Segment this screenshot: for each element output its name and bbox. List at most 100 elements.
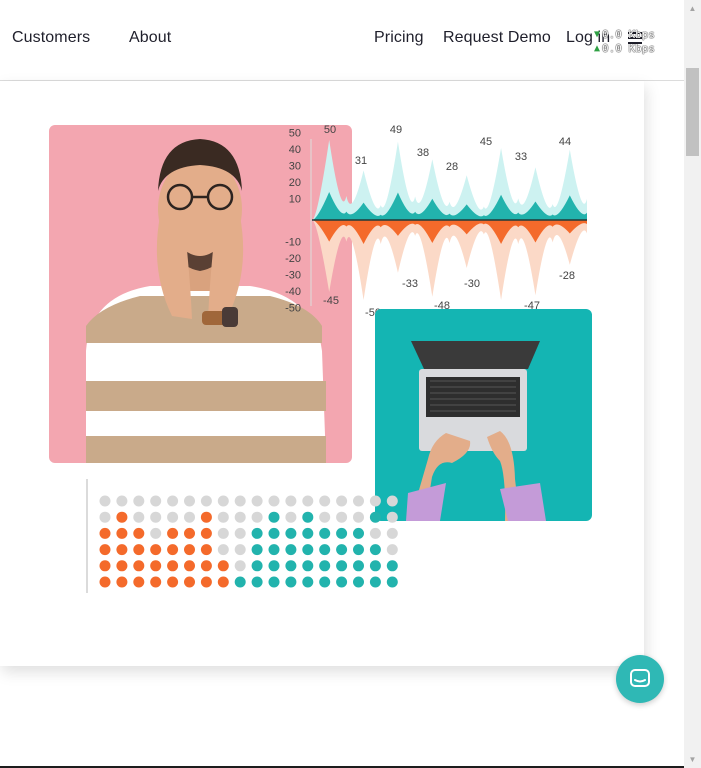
- wave-y-label: 50: [289, 128, 301, 140]
- wave-y-label: 20: [289, 177, 301, 189]
- wave-trough-label: -45: [323, 295, 339, 307]
- dot-grid-dot: [369, 495, 381, 507]
- scroll-up-arrow-icon[interactable]: ▲: [684, 0, 701, 17]
- wave-trough-label: -33: [402, 278, 418, 290]
- dot-grid-dot: [200, 527, 212, 539]
- dot-grid-dot: [319, 544, 331, 556]
- upload-speed: 0.0 Kbps: [602, 42, 656, 55]
- dot-grid-dot: [167, 511, 179, 523]
- dot-grid-dot: [285, 511, 297, 523]
- top-navigation: Customers About Pricing Request Demo Log…: [0, 0, 684, 81]
- wave-peak-label: 38: [417, 147, 429, 159]
- wave-peak-label: 49: [390, 124, 402, 136]
- chat-launcher-button[interactable]: [616, 655, 664, 703]
- dot-grid-dot: [200, 576, 212, 588]
- dot-grid-dot: [251, 576, 263, 588]
- dot-grid-dot: [217, 511, 229, 523]
- upload-arrow-icon: ▲: [594, 43, 601, 54]
- dot-grid-dot: [268, 544, 280, 556]
- wave-peak-label: 33: [515, 151, 527, 163]
- dot-grid-dot: [369, 560, 381, 572]
- dot-grid-dot: [217, 544, 229, 556]
- dot-grid-dot: [251, 560, 263, 572]
- dot-grid-dot: [268, 576, 280, 588]
- dot-grid-dot: [285, 495, 297, 507]
- dot-grid-dot: [150, 560, 162, 572]
- dot-grid-dot: [234, 511, 246, 523]
- wave-y-label: -30: [285, 270, 301, 282]
- dot-grid-dot: [302, 560, 314, 572]
- dot-grid-dot: [353, 527, 364, 539]
- wave-peak-labels: 50 31 49 38 28 45 33 44: [324, 124, 571, 173]
- dot-grid-dot: [167, 495, 179, 507]
- wave-light-top: [312, 140, 587, 220]
- scroll-thumb[interactable]: [686, 68, 699, 156]
- nav-pricing-link[interactable]: Pricing: [374, 29, 424, 47]
- dot-grid-dot: [184, 544, 195, 556]
- dot-grid-dot: [200, 560, 212, 572]
- nav-request-demo-link[interactable]: Request Demo: [443, 29, 551, 47]
- dot-grid-dot: [386, 511, 398, 523]
- wave-peak-label: 31: [355, 155, 367, 167]
- dot-grid-dot: [133, 560, 145, 572]
- dot-grid-dot: [116, 527, 128, 539]
- dot-grid-dot: [319, 576, 331, 588]
- wave-y-label: 10: [289, 194, 301, 206]
- dot-grid-dot: [251, 527, 263, 539]
- download-speed: 0.0 Kbps: [602, 28, 656, 41]
- dot-grid-dot: [336, 511, 348, 523]
- dot-grid-dot: [353, 560, 364, 572]
- dot-grid-dot: [386, 495, 398, 507]
- dot-grid-dot: [150, 544, 162, 556]
- dot-grid-dot: [133, 527, 145, 539]
- dot-grid-dot: [353, 495, 364, 507]
- dot-grid-dot: [200, 544, 212, 556]
- dot-grid-dot: [217, 560, 229, 572]
- hero-illustration: 50 40 30 20 10 -10 -20 -30 -40 -50 50 31 49 38 28 45 33…: [49, 124, 592, 593]
- nav-about-link[interactable]: About: [129, 29, 171, 47]
- dot-grid-dot: [133, 495, 145, 507]
- dot-grid-dot: [99, 576, 111, 588]
- wave-peak-label: 44: [559, 136, 571, 148]
- dot-grid-dot: [302, 544, 314, 556]
- dot-grid-dot: [369, 576, 381, 588]
- dot-grid-dot: [133, 544, 145, 556]
- dot-grid-dot: [234, 495, 246, 507]
- scroll-down-arrow-icon[interactable]: ▼: [684, 751, 701, 768]
- dot-grid-dot: [251, 544, 263, 556]
- dot-grid-dot: [285, 576, 297, 588]
- dot-grid-dot: [133, 576, 145, 588]
- dot-grid-dot: [150, 511, 162, 523]
- download-arrow-icon: ▼: [594, 29, 601, 40]
- dot-grid-dot: [285, 527, 297, 539]
- wave-y-label: -50: [285, 303, 301, 315]
- dot-grid-dot: [217, 495, 229, 507]
- dot-grid-dot: [217, 576, 229, 588]
- dot-grid-dot: [302, 576, 314, 588]
- dot-grid-dot: [268, 511, 280, 523]
- dot-grid-dot: [336, 495, 348, 507]
- wave-y-label: -20: [285, 253, 301, 265]
- dot-grid: [99, 495, 398, 588]
- wave-peak-label: 28: [446, 161, 458, 173]
- dot-grid-dot: [251, 511, 263, 523]
- dot-grid-dot: [150, 495, 162, 507]
- dot-grid-dot: [234, 560, 246, 572]
- dot-grid-dot: [336, 576, 348, 588]
- dot-grid-dot: [99, 495, 111, 507]
- dot-grid-dot: [99, 544, 111, 556]
- dot-grid-dot: [285, 544, 297, 556]
- wave-peak-label: 45: [480, 136, 492, 148]
- dot-grid-dot: [369, 544, 381, 556]
- dot-grid-dot: [184, 560, 195, 572]
- nav-customers-link[interactable]: Customers: [12, 29, 90, 47]
- dot-grid-dot: [217, 527, 229, 539]
- page-scrollbar[interactable]: ▲ ▼: [684, 0, 701, 768]
- dot-grid-dot: [116, 576, 128, 588]
- dot-grid-dot: [369, 511, 381, 523]
- dot-grid-dot: [99, 527, 111, 539]
- dot-grid-dot: [336, 527, 348, 539]
- dot-grid-dot: [386, 527, 398, 539]
- dot-grid-dot: [386, 544, 398, 556]
- dot-grid-dot: [268, 495, 280, 507]
